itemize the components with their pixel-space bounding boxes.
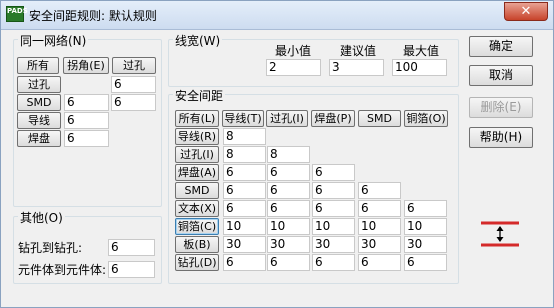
same-net-row-smd-button[interactable]: SMD	[17, 94, 61, 111]
same-net-title: 同一网络(N)	[18, 32, 89, 49]
clearance-col-smd-button[interactable]: SMD	[358, 110, 401, 127]
clearance-text-smd-cell[interactable]: 6	[358, 200, 401, 217]
width-min-label: 最小值	[275, 44, 312, 58]
other-title: 其他(O)	[18, 209, 65, 226]
clearance-drill-via-cell[interactable]: 6	[267, 254, 310, 271]
clearance-title: 安全间距	[173, 87, 226, 104]
clearance-pad-via-cell[interactable]: 6	[267, 164, 310, 181]
same-net-row-pad-button[interactable]: 焊盘	[17, 130, 61, 147]
clearance-text-via-cell[interactable]: 6	[267, 200, 310, 217]
clearance-copper-text-cell[interactable]: 10	[404, 218, 447, 235]
app-icon: PADS	[6, 6, 28, 22]
body-to-body-label: 元件体到元件体:	[18, 263, 107, 277]
clearance-board-via-cell[interactable]: 30	[267, 236, 310, 253]
width-recommended-input[interactable]: 3	[329, 59, 384, 76]
width-max-input[interactable]: 100	[392, 59, 447, 76]
clearance-smd-smd-cell[interactable]: 6	[358, 182, 401, 199]
clearance-row-smd-button[interactable]: SMD	[175, 182, 219, 199]
clearance-board-trace-cell[interactable]: 30	[223, 236, 266, 253]
clearance-arrow-icon	[481, 221, 519, 247]
title-bar: PADS 安全间距规则: 默认规则 ✕	[1, 1, 553, 30]
clearance-row-drill-button[interactable]: 钻孔(D)	[175, 254, 219, 271]
clearance-via-via-cell[interactable]: 8	[267, 146, 310, 163]
clearance-drill-smd-cell[interactable]: 6	[358, 254, 401, 271]
same-net-trace-corner-cell[interactable]: 6	[64, 112, 109, 129]
clearance-all-button[interactable]: 所有(L)	[175, 110, 219, 127]
delete-button[interactable]: 删除(E)	[469, 97, 533, 118]
clearance-drill-pad-cell[interactable]: 6	[312, 254, 355, 271]
help-button[interactable]: 帮助(H)	[469, 127, 533, 148]
same-net-pad-corner-cell[interactable]: 6	[64, 130, 109, 147]
clearance-row-trace-button[interactable]: 导线(R)	[175, 128, 219, 145]
same-net-via-via-cell[interactable]: 6	[111, 76, 156, 93]
dialog-window: PADS 安全间距规则: 默认规则 ✕ 同一网络(N) 所有 拐角(E) 过孔 …	[0, 0, 554, 308]
same-net-corner-button[interactable]: 拐角(E)	[63, 57, 109, 74]
clearance-row-pad-button[interactable]: 焊盘(A)	[175, 164, 219, 181]
clearance-col-trace-button[interactable]: 导线(T)	[222, 110, 264, 127]
clearance-drill-trace-cell[interactable]: 6	[223, 254, 266, 271]
width-min-input[interactable]: 2	[266, 59, 321, 76]
body-to-body-input[interactable]: 6	[108, 261, 155, 278]
clearance-board-text-cell[interactable]: 30	[404, 236, 447, 253]
clearance-pad-pad-cell[interactable]: 6	[312, 164, 355, 181]
same-net-row-trace-button[interactable]: 导线	[17, 112, 61, 129]
clearance-row-copper-button[interactable]: 铜箔(C)	[175, 218, 219, 235]
clearance-board-smd-cell[interactable]: 30	[358, 236, 401, 253]
clearance-drill-text-cell[interactable]: 6	[404, 254, 447, 271]
same-net-smd-corner-cell[interactable]: 6	[64, 94, 109, 111]
clearance-row-text-button[interactable]: 文本(X)	[175, 200, 219, 217]
width-recommended-label: 建议值	[340, 44, 377, 58]
same-net-smd-via-cell[interactable]: 6	[111, 94, 156, 111]
clearance-smd-pad-cell[interactable]: 6	[312, 182, 355, 199]
clearance-col-copper-button[interactable]: 铜箔(O)	[404, 110, 448, 127]
clearance-copper-via-cell[interactable]: 10	[267, 218, 310, 235]
clearance-copper-smd-cell[interactable]: 10	[358, 218, 401, 235]
same-net-via-button[interactable]: 过孔	[112, 57, 156, 74]
clearance-board-pad-cell[interactable]: 30	[312, 236, 355, 253]
drill-to-drill-input[interactable]: 6	[108, 239, 155, 256]
clearance-copper-trace-cell[interactable]: 10	[223, 218, 266, 235]
same-net-row-via-button[interactable]: 过孔	[17, 76, 61, 93]
clearance-col-via-button[interactable]: 过孔(I)	[266, 110, 308, 127]
cancel-button[interactable]: 取消	[469, 65, 533, 86]
ok-button[interactable]: 确定	[469, 36, 533, 57]
clearance-col-pad-button[interactable]: 焊盘(P)	[311, 110, 355, 127]
close-button[interactable]: ✕	[504, 2, 548, 21]
width-max-label: 最大值	[403, 44, 440, 58]
clearance-row-board-button[interactable]: 板(B)	[175, 236, 219, 253]
clearance-row-via-button[interactable]: 过孔(I)	[175, 146, 219, 163]
clearance-text-trace-cell[interactable]: 6	[223, 200, 266, 217]
clearance-smd-trace-cell[interactable]: 6	[223, 182, 266, 199]
clearance-smd-via-cell[interactable]: 6	[267, 182, 310, 199]
clearance-via-trace-cell[interactable]: 8	[223, 146, 266, 163]
width-title: 线宽(W)	[173, 32, 223, 49]
window-title: 安全间距规则: 默认规则	[29, 9, 157, 23]
drill-to-drill-label: 钻孔到钻孔:	[18, 241, 83, 255]
clearance-copper-pad-cell[interactable]: 10	[312, 218, 355, 235]
same-net-all-button[interactable]: 所有	[17, 57, 59, 74]
clearance-text-pad-cell[interactable]: 6	[312, 200, 355, 217]
clearance-pad-trace-cell[interactable]: 6	[223, 164, 266, 181]
clearance-text-text-cell[interactable]: 6	[404, 200, 447, 217]
clearance-trace-trace-cell[interactable]: 8	[223, 128, 266, 145]
